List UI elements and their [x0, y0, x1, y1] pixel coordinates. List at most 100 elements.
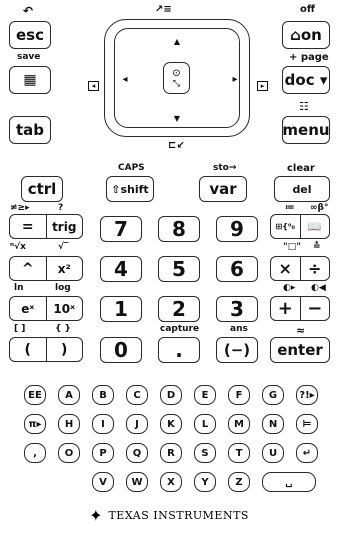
digit-2-key[interactable]: 2: [158, 296, 200, 322]
mult-div-pair: × ÷: [270, 256, 330, 281]
rparen-key[interactable]: ): [45, 338, 83, 361]
alpha-key[interactable]: π▸: [24, 414, 46, 434]
shift-key[interactable]: ⇧shift: [106, 176, 154, 202]
undo-label: ↶: [23, 4, 34, 18]
touchpad-down-icon[interactable]: ▼: [172, 113, 182, 123]
alpha-key[interactable]: ,: [24, 443, 46, 463]
digit-0-key[interactable]: 0: [100, 337, 142, 363]
alpha-key[interactable]: X: [160, 472, 182, 492]
touchpad-left-icon[interactable]: ◂: [120, 74, 130, 85]
space-key[interactable]: ␣: [262, 472, 316, 492]
doc-key[interactable]: doc ▾: [282, 66, 330, 94]
left-page-icon: ◂: [88, 81, 99, 91]
alpha-key[interactable]: T: [228, 443, 250, 463]
alpha-key[interactable]: M: [228, 414, 250, 434]
alpha-key[interactable]: F: [228, 385, 250, 405]
digit-7-key[interactable]: 7: [100, 216, 142, 242]
alpha-key[interactable]: EE: [24, 385, 46, 405]
digit-4-key[interactable]: 4: [100, 256, 142, 282]
tenpow-key[interactable]: 10ˣ: [45, 297, 83, 320]
alpha-key[interactable]: V: [92, 472, 114, 492]
on-key[interactable]: ⌂on: [282, 21, 330, 49]
paren-key-pair: ( ): [9, 337, 83, 362]
alpha-key[interactable]: G: [262, 385, 284, 405]
esc-key[interactable]: esc: [9, 21, 51, 49]
alpha-key[interactable]: I: [92, 414, 114, 434]
alpha-key[interactable]: C: [126, 385, 148, 405]
alpha-key[interactable]: H: [58, 414, 80, 434]
alpha-key[interactable]: E: [194, 385, 216, 405]
menu-key[interactable]: menu: [282, 116, 330, 144]
alpha-key[interactable]: L: [194, 414, 216, 434]
del-key[interactable]: del: [274, 176, 330, 202]
plus-key[interactable]: +: [271, 297, 300, 320]
alpha-key[interactable]: P: [92, 443, 114, 463]
exp-key[interactable]: eˣ: [10, 297, 46, 320]
quote-label: "□": [283, 242, 301, 252]
plus-minus-pair: + −: [270, 296, 330, 321]
brackets-label: [ ]: [14, 324, 26, 334]
alpha-key[interactable]: D: [160, 385, 182, 405]
touchpad-top-icon: ↗≡: [155, 4, 172, 15]
alpha-key[interactable]: Z: [228, 472, 250, 492]
digit-1-key[interactable]: 1: [100, 296, 142, 322]
enter-key[interactable]: enter: [270, 337, 330, 363]
alpha-key[interactable]: ↵: [296, 443, 318, 463]
symbols-label: ∞β°: [310, 203, 329, 213]
touchpad-right-icon[interactable]: ▸: [230, 74, 240, 85]
ctrl-key[interactable]: ctrl: [21, 176, 63, 202]
digit-5-key[interactable]: 5: [158, 256, 200, 282]
alpha-key[interactable]: A: [58, 385, 80, 405]
log-label: log: [55, 283, 71, 293]
clear-label: clear: [287, 163, 315, 174]
touchpad-click-key[interactable]: ⊙ ⤡: [163, 62, 190, 94]
var-key[interactable]: var: [199, 176, 247, 202]
sto-label: sto→: [213, 163, 237, 173]
touchpad-up-icon[interactable]: ▲: [172, 36, 182, 46]
digit-3-key[interactable]: 3: [216, 296, 258, 322]
alpha-key[interactable]: J: [126, 414, 148, 434]
alpha-key[interactable]: R: [160, 443, 182, 463]
minus-key[interactable]: −: [299, 297, 330, 320]
alpha-key[interactable]: S: [194, 443, 216, 463]
define-label: ≔: [285, 203, 295, 213]
contrast-up-label: ◐▸: [283, 283, 296, 293]
calculator-keypad: ↶ esc save ▦ tab ◂ ▸ ↗≡ ▲ ▼ ◂ ▸ ⊙ ⤡ ⊏↙ o…: [0, 0, 338, 533]
templates-key[interactable]: ⊞{⁰₀: [271, 215, 300, 238]
menu-secondary-icon: ☷: [299, 100, 309, 113]
pointer-icon: ⤡: [172, 78, 181, 89]
scratchpad-key[interactable]: ▦: [9, 66, 51, 94]
template-catalog-pair: ⊞{⁰₀ 📖: [270, 214, 330, 239]
alpha-key[interactable]: Q: [126, 443, 148, 463]
braces-label: { }: [55, 324, 71, 334]
ti-logo-icon: ✦: [89, 505, 103, 525]
trig-key[interactable]: trig: [45, 215, 83, 238]
ln-label: ln: [14, 283, 24, 293]
alpha-key[interactable]: K: [160, 414, 182, 434]
alpha-key[interactable]: B: [92, 385, 114, 405]
divide-key[interactable]: ÷: [299, 257, 330, 280]
digit-9-key[interactable]: 9: [216, 216, 258, 242]
tab-key[interactable]: tab: [9, 116, 51, 144]
alpha-key[interactable]: U: [262, 443, 284, 463]
caret-key[interactable]: ^: [10, 257, 46, 280]
digit-6-key[interactable]: 6: [216, 256, 258, 282]
equals-key[interactable]: =: [10, 215, 46, 238]
alpha-key[interactable]: ⊨: [296, 414, 318, 434]
digit-8-key[interactable]: 8: [158, 216, 200, 242]
multiply-key[interactable]: ×: [271, 257, 300, 280]
catalog-key[interactable]: 📖: [299, 215, 330, 238]
decimal-key[interactable]: .: [158, 337, 200, 363]
ineq-label: ≠≥▸: [10, 203, 30, 213]
lparen-key[interactable]: (: [10, 338, 46, 361]
alpha-key[interactable]: W: [126, 472, 148, 492]
approx-label: ≈: [296, 324, 306, 337]
alpha-key[interactable]: O: [58, 443, 80, 463]
negate-key[interactable]: (−): [216, 337, 258, 363]
alpha-key[interactable]: N: [262, 414, 284, 434]
square-key[interactable]: x²: [45, 257, 83, 280]
alpha-key[interactable]: ?!▸: [296, 385, 318, 405]
contrast-down-label: ◐◀: [311, 283, 326, 293]
touchpad-bottom-icon: ⊏↙: [168, 140, 185, 151]
alpha-key[interactable]: Y: [194, 472, 216, 492]
